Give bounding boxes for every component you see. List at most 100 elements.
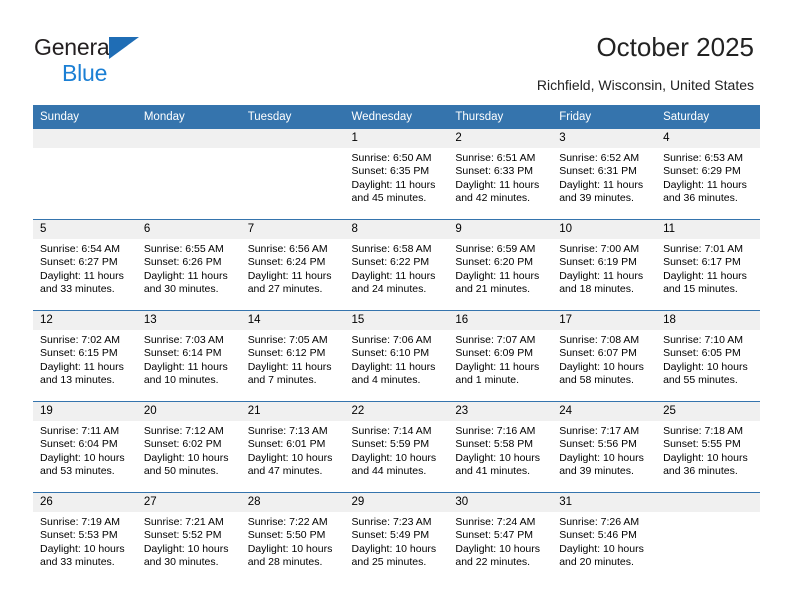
calendar-day-cell[interactable]: 19 Sunrise: 7:11 AM Sunset: 6:04 PM Dayligh… xyxy=(33,401,137,493)
sunset-text: Sunset: 6:02 PM xyxy=(143,438,222,451)
calendar-day-cell[interactable]: 26 Sunrise: 7:19 AM Sunset: 5:53 PM Dayligh… xyxy=(33,492,137,583)
day-number: 4 xyxy=(656,129,760,148)
sun-info: Sunrise: 6:53 AM Sunset: 6:29 PM Daylight:… xyxy=(656,148,760,206)
daylight-text-line2: and 58 minutes. xyxy=(559,374,634,387)
sun-info: Sunrise: 7:06 AM Sunset: 6:10 PM Daylight:… xyxy=(345,330,449,388)
sunset-text: Sunset: 6:12 PM xyxy=(247,347,326,360)
day-number: 14 xyxy=(240,311,345,330)
calendar-day-cell[interactable]: 7 Sunrise: 6:56 AM Sunset: 6:24 PM Daylight… xyxy=(240,219,345,311)
calendar-week-row: 5 Sunrise: 6:54 AM Sunset: 6:27 PM Daylight… xyxy=(33,219,760,311)
sunset-text: Sunset: 6:27 PM xyxy=(40,256,118,269)
day-number: 10 xyxy=(552,220,657,239)
sun-info: Sunrise: 6:59 AM Sunset: 6:20 PM Daylight:… xyxy=(448,239,552,297)
sunrise-text: Sunrise: 6:51 AM xyxy=(455,152,536,164)
daylight-text-line2: and 42 minutes. xyxy=(455,192,531,205)
sunset-text: Sunset: 6:09 PM xyxy=(455,347,534,360)
calendar-day-cell[interactable]: 30 Sunrise: 7:24 AM Sunset: 5:47 PM Dayligh… xyxy=(448,492,553,583)
sunrise-text: Sunrise: 7:03 AM xyxy=(143,334,224,346)
sun-info: Sunrise: 7:12 AM Sunset: 6:02 PM Daylight:… xyxy=(137,421,241,479)
calendar-day-cell-empty xyxy=(33,129,137,220)
calendar-day-cell[interactable]: 14 Sunrise: 7:05 AM Sunset: 6:12 PM Dayligh… xyxy=(240,310,345,402)
sunrise-text: Sunrise: 7:24 AM xyxy=(455,516,536,528)
daylight-text-line2: and 25 minutes. xyxy=(351,556,427,569)
daylight-text-line2: and 4 minutes. xyxy=(351,374,421,387)
sunrise-text: Sunrise: 7:22 AM xyxy=(247,516,328,528)
calendar-day-cell[interactable]: 22 Sunrise: 7:14 AM Sunset: 5:59 PM Dayligh… xyxy=(344,401,449,493)
sun-info: Sunrise: 7:26 AM Sunset: 5:46 PM Daylight:… xyxy=(552,512,656,570)
daylight-text-line2: and 27 minutes. xyxy=(247,283,323,296)
calendar-day-cell[interactable]: 11 Sunrise: 7:01 AM Sunset: 6:17 PM Dayligh… xyxy=(656,219,760,311)
calendar-day-cell[interactable]: 2 Sunrise: 6:51 AM Sunset: 6:33 PM Daylight… xyxy=(448,129,553,220)
sunset-text: Sunset: 5:55 PM xyxy=(663,438,741,451)
daylight-text-line2: and 36 minutes. xyxy=(663,192,738,205)
calendar-week-row: 19 Sunrise: 7:11 AM Sunset: 6:04 PM Dayligh… xyxy=(33,401,760,493)
day-number: 24 xyxy=(552,402,657,421)
calendar-day-cell[interactable]: 18 Sunrise: 7:10 AM Sunset: 6:05 PM Dayligh… xyxy=(656,310,760,402)
calendar-day-cell[interactable]: 28 Sunrise: 7:22 AM Sunset: 5:50 PM Dayligh… xyxy=(240,492,345,583)
sunrise-text: Sunrise: 7:17 AM xyxy=(559,425,640,437)
calendar-day-cell[interactable]: 6 Sunrise: 6:55 AM Sunset: 6:26 PM Daylight… xyxy=(136,219,241,311)
calendar-day-cell-empty xyxy=(656,492,760,583)
sun-info: Sunrise: 7:11 AM Sunset: 6:04 PM Daylight:… xyxy=(33,421,137,479)
calendar-day-cell[interactable]: 10 Sunrise: 7:00 AM Sunset: 6:19 PM Dayligh… xyxy=(552,219,657,311)
calendar-day-cell[interactable]: 13 Sunrise: 7:03 AM Sunset: 6:14 PM Dayligh… xyxy=(136,310,241,402)
calendar-day-cell[interactable]: 31 Sunrise: 7:26 AM Sunset: 5:46 PM Dayligh… xyxy=(552,492,657,583)
page-header: General Blue October 2025 Richfield, Wis… xyxy=(0,0,792,100)
sunset-text: Sunset: 5:58 PM xyxy=(455,438,534,451)
calendar-day-cell[interactable]: 15 Sunrise: 7:06 AM Sunset: 6:10 PM Dayligh… xyxy=(344,310,449,402)
daylight-text-line2: and 1 minute. xyxy=(455,374,520,387)
daylight-text-line1: Daylight: 10 hours xyxy=(143,451,229,464)
calendar-day-cell[interactable]: 4 Sunrise: 6:53 AM Sunset: 6:29 PM Daylight… xyxy=(656,129,760,220)
calendar-day-cell[interactable]: 12 Sunrise: 7:02 AM Sunset: 6:15 PM Dayligh… xyxy=(33,310,137,402)
calendar-day-cell[interactable]: 5 Sunrise: 6:54 AM Sunset: 6:27 PM Daylight… xyxy=(33,219,137,311)
daylight-text-line1: Daylight: 11 hours xyxy=(351,360,436,373)
sun-info: Sunrise: 6:52 AM Sunset: 6:31 PM Daylight:… xyxy=(552,148,656,206)
sunrise-text: Sunrise: 6:59 AM xyxy=(455,243,536,255)
calendar-day-cell[interactable]: 29 Sunrise: 7:23 AM Sunset: 5:49 PM Dayligh… xyxy=(344,492,449,583)
daylight-text-line1: Daylight: 11 hours xyxy=(40,269,124,282)
daylight-text-line1: Daylight: 11 hours xyxy=(143,269,228,282)
daylight-text-line1: Daylight: 10 hours xyxy=(247,451,333,464)
calendar-day-cell[interactable]: 1 Sunrise: 6:50 AM Sunset: 6:35 PM Daylight… xyxy=(344,129,449,220)
sunset-text: Sunset: 5:49 PM xyxy=(351,529,430,542)
day-number: 17 xyxy=(552,311,657,330)
calendar-day-cell[interactable]: 9 Sunrise: 6:59 AM Sunset: 6:20 PM Daylight… xyxy=(448,219,553,311)
day-number: 26 xyxy=(33,493,137,512)
day-number: 29 xyxy=(344,493,449,512)
page-title: October 2025 xyxy=(596,32,754,62)
calendar-grid: Sunday Monday Tuesday Wednesday Thursday… xyxy=(33,105,760,583)
calendar-day-cell[interactable]: 16 Sunrise: 7:07 AM Sunset: 6:09 PM Dayligh… xyxy=(448,310,553,402)
sun-info: Sunrise: 7:16 AM Sunset: 5:58 PM Daylight:… xyxy=(448,421,552,479)
calendar-day-cell[interactable]: 23 Sunrise: 7:16 AM Sunset: 5:58 PM Dayligh… xyxy=(448,401,553,493)
sunset-text: Sunset: 6:01 PM xyxy=(247,438,326,451)
calendar-day-cell[interactable]: 17 Sunrise: 7:08 AM Sunset: 6:07 PM Dayligh… xyxy=(552,310,657,402)
daylight-text-line2: and 20 minutes. xyxy=(559,556,634,569)
calendar-day-cell[interactable]: 3 Sunrise: 6:52 AM Sunset: 6:31 PM Daylight… xyxy=(552,129,657,220)
sunrise-text: Sunrise: 6:54 AM xyxy=(40,243,120,255)
calendar-day-cell[interactable]: 21 Sunrise: 7:13 AM Sunset: 6:01 PM Dayligh… xyxy=(240,401,345,493)
calendar-day-cell[interactable]: 27 Sunrise: 7:21 AM Sunset: 5:52 PM Dayligh… xyxy=(136,492,241,583)
sunrise-text: Sunrise: 7:07 AM xyxy=(455,334,536,346)
daylight-text-line2: and 21 minutes. xyxy=(455,283,531,296)
day-number: 7 xyxy=(240,220,345,239)
sunrise-text: Sunrise: 7:21 AM xyxy=(143,516,224,528)
sunrise-text: Sunrise: 7:14 AM xyxy=(351,425,432,437)
sunrise-text: Sunrise: 7:23 AM xyxy=(351,516,432,528)
weekday-header-tuesday: Tuesday xyxy=(240,105,345,129)
calendar-day-cell[interactable]: 20 Sunrise: 7:12 AM Sunset: 6:02 PM Dayligh… xyxy=(136,401,241,493)
sunset-text: Sunset: 5:53 PM xyxy=(40,529,118,542)
day-number xyxy=(33,129,137,148)
logo-text-blue: Blue xyxy=(62,60,108,86)
calendar-day-cell[interactable]: 24 Sunrise: 7:17 AM Sunset: 5:56 PM Dayligh… xyxy=(552,401,657,493)
triangle-icon xyxy=(109,37,139,59)
day-number: 3 xyxy=(552,129,657,148)
sunset-text: Sunset: 6:24 PM xyxy=(247,256,326,269)
daylight-text-line1: Daylight: 11 hours xyxy=(40,360,124,373)
general-blue-logo: General Blue xyxy=(34,34,224,90)
calendar-week-row: 26 Sunrise: 7:19 AM Sunset: 5:53 PM Dayligh… xyxy=(33,492,760,583)
daylight-text-line1: Daylight: 11 hours xyxy=(455,360,540,373)
calendar-day-cell[interactable]: 8 Sunrise: 6:58 AM Sunset: 6:22 PM Daylight… xyxy=(344,219,449,311)
calendar-day-cell[interactable]: 25 Sunrise: 7:18 AM Sunset: 5:55 PM Dayligh… xyxy=(656,401,760,493)
sun-info: Sunrise: 7:08 AM Sunset: 6:07 PM Daylight:… xyxy=(552,330,656,388)
sunset-text: Sunset: 6:31 PM xyxy=(559,165,637,178)
